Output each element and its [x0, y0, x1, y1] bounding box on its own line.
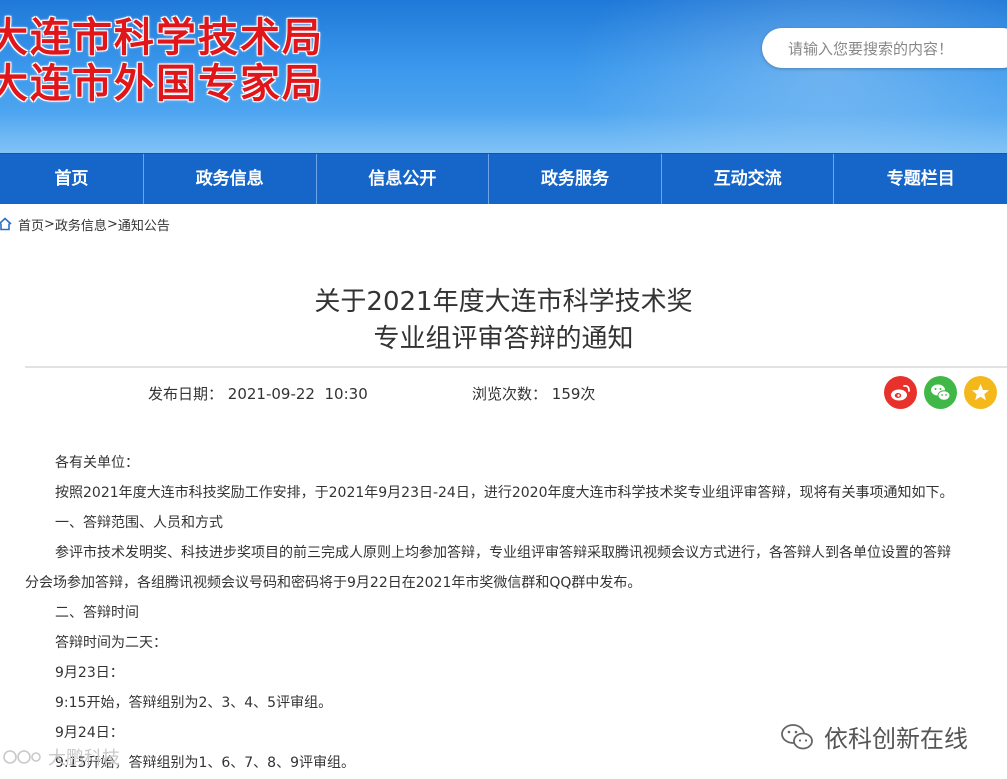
breadcrumb-home-link[interactable]: 首页: [18, 215, 44, 234]
publish-date-label: 发布日期：: [148, 385, 224, 403]
title-divider: [25, 366, 1007, 368]
star-icon: [972, 384, 989, 401]
nav-item-interaction[interactable]: 互动交流: [662, 154, 835, 204]
article-title-line1: 关于2021年度大连市科学技术奖: [314, 287, 693, 317]
article-paragraph: 9月24日：: [55, 725, 124, 741]
search-box[interactable]: [762, 28, 1007, 70]
publish-date-value: 2021-09-22 10:30: [227, 385, 368, 403]
weibo-icon: [891, 384, 910, 401]
article-paragraph: 二、答辩时间: [55, 605, 139, 621]
home-icon: [0, 217, 12, 231]
view-count-label: 浏览次数：: [472, 385, 548, 403]
nav-item-info-disclosure[interactable]: 信息公开: [317, 154, 490, 204]
publish-date: 发布日期： 2021-09-22 10:30: [148, 383, 368, 404]
article-paragraph: 9:15开始，答辩组别为2、3、4、5评审组。: [55, 695, 333, 711]
nav-item-government-info[interactable]: 政务信息: [144, 154, 317, 204]
main-nav: 首页 政务信息 信息公开 政务服务 互动交流 专题栏目: [0, 153, 1007, 204]
watermark-left: 大鹏科技: [2, 744, 120, 770]
breadcrumb-current-page[interactable]: 通知公告: [118, 215, 170, 234]
breadcrumb-section-link[interactable]: 政务信息: [55, 215, 107, 234]
article-paragraph: 各有关单位：: [55, 455, 139, 471]
article-title-line2: 专业组评审答辩的通知: [373, 324, 634, 354]
view-count-value: 159次: [551, 385, 596, 403]
nav-item-special-topics[interactable]: 专题栏目: [834, 154, 1007, 204]
watermark-right-text: 依科创新在线: [824, 725, 968, 753]
favorite-button[interactable]: [964, 376, 997, 409]
watermark-right: 依科创新在线: [780, 719, 968, 754]
site-title-line1[interactable]: 大连市科学技术局: [0, 14, 324, 62]
article-paragraph: 分会场参加答辩，各组腾讯视频会议号码和密码将于9月22日在2021年市奖微信群和…: [25, 575, 642, 591]
watermark-logo-icon: [3, 750, 41, 764]
breadcrumb-separator: >: [44, 216, 55, 232]
nav-item-home[interactable]: 首页: [0, 154, 144, 204]
wechat-icon: [931, 384, 951, 401]
breadcrumb: 首页 > 政务信息 > 通知公告: [0, 214, 170, 234]
article-paragraph: 按照2021年度大连市科技奖励工作安排，于2021年9月23日-24日，进行20…: [55, 485, 954, 501]
view-count: 浏览次数： 159次: [472, 383, 595, 404]
article-paragraph: 参评市技术发明奖、科技进步奖项目的前三完成人原则上均参加答辩，专业组评审答辩采取…: [55, 545, 951, 561]
breadcrumb-separator: >: [106, 216, 118, 232]
article-paragraph: 答辩时间为二天：: [55, 635, 167, 651]
watermark-left-text: 大鹏科技: [48, 748, 120, 769]
site-header: 大连市科学技术局 大连市外国专家局: [0, 0, 1007, 153]
nav-item-government-service[interactable]: 政务服务: [489, 154, 662, 204]
article-paragraph: 一、答辩范围、人员和方式: [55, 515, 223, 531]
share-weibo-button[interactable]: [884, 376, 917, 409]
article-paragraph: 9月23日：: [55, 665, 124, 681]
wechat-outline-icon: [781, 723, 813, 749]
search-input[interactable]: [786, 28, 1007, 70]
site-title-line2[interactable]: 大连市外国专家局: [0, 60, 324, 108]
share-wechat-button[interactable]: [924, 376, 957, 409]
